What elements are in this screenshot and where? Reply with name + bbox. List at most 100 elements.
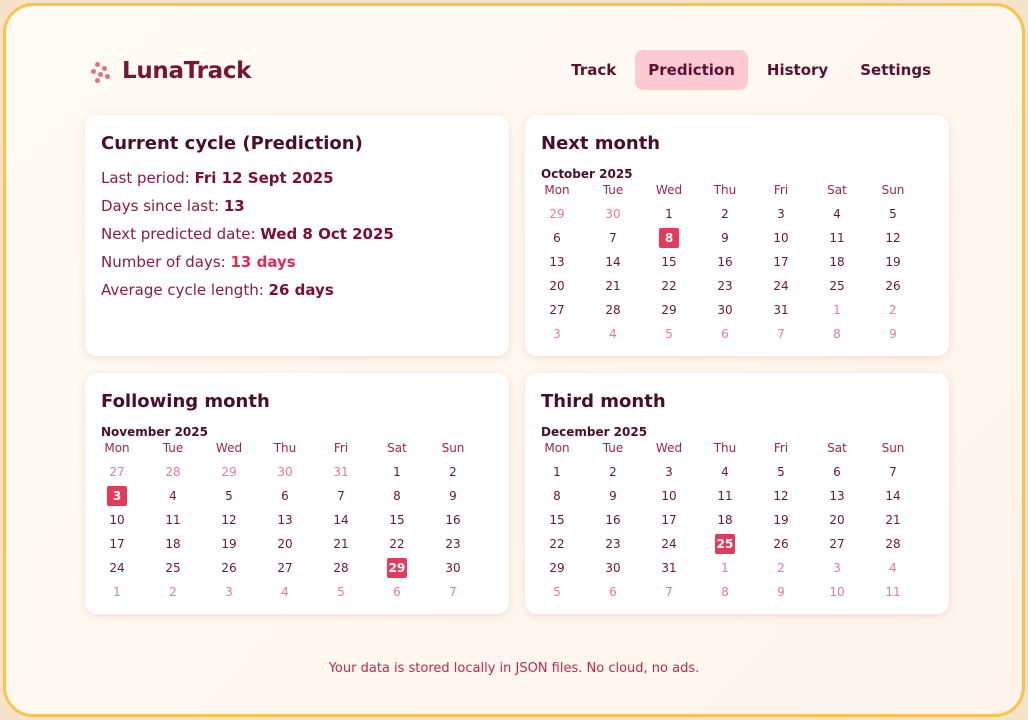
day-cell[interactable]: 24 (641, 532, 697, 556)
day-cell[interactable]: 2 (585, 460, 641, 484)
day-cell[interactable]: 20 (257, 532, 313, 556)
day-cell[interactable]: 1 (529, 460, 585, 484)
day-cell[interactable]: 30 (585, 202, 641, 226)
day-cell[interactable]: 3 (641, 460, 697, 484)
day-cell[interactable]: 1 (697, 556, 753, 580)
day-cell[interactable]: 3 (753, 202, 809, 226)
day-cell[interactable]: 13 (257, 508, 313, 532)
day-cell[interactable]: 2 (697, 202, 753, 226)
day-cell[interactable]: 16 (425, 508, 481, 532)
day-cell[interactable]: 11 (697, 484, 753, 508)
day-cell[interactable]: 28 (585, 298, 641, 322)
day-cell[interactable]: 30 (697, 298, 753, 322)
day-cell[interactable]: 26 (201, 556, 257, 580)
day-cell[interactable]: 15 (529, 508, 585, 532)
day-cell[interactable]: 2 (753, 556, 809, 580)
day-cell[interactable]: 4 (697, 460, 753, 484)
day-cell[interactable]: 8 (529, 484, 585, 508)
day-cell[interactable]: 7 (425, 580, 481, 604)
day-cell[interactable]: 3 (809, 556, 865, 580)
day-cell[interactable]: 19 (865, 250, 921, 274)
day-cell[interactable]: 26 (753, 532, 809, 556)
day-cell[interactable]: 27 (809, 532, 865, 556)
day-cell[interactable]: 6 (697, 322, 753, 346)
day-cell[interactable]: 11 (145, 508, 201, 532)
day-cell[interactable]: 22 (529, 532, 585, 556)
day-cell[interactable]: 23 (585, 532, 641, 556)
day-cell[interactable]: 13 (809, 484, 865, 508)
day-cell[interactable]: 9 (585, 484, 641, 508)
day-cell[interactable]: 25 (809, 274, 865, 298)
day-cell[interactable]: 5 (865, 202, 921, 226)
day-cell[interactable]: 1 (369, 460, 425, 484)
day-cell[interactable]: 28 (145, 460, 201, 484)
day-cell[interactable]: 17 (89, 532, 145, 556)
day-cell[interactable]: 21 (313, 532, 369, 556)
day-cell[interactable]: 5 (201, 484, 257, 508)
day-cell[interactable]: 2 (425, 460, 481, 484)
day-cell[interactable]: 31 (641, 556, 697, 580)
day-cell[interactable]: 7 (641, 580, 697, 604)
day-cell[interactable]: 4 (257, 580, 313, 604)
day-cell[interactable]: 16 (697, 250, 753, 274)
day-cell[interactable]: 14 (865, 484, 921, 508)
day-cell[interactable]: 4 (865, 556, 921, 580)
day-cell[interactable]: 22 (641, 274, 697, 298)
day-cell[interactable]: 21 (585, 274, 641, 298)
day-cell[interactable]: 12 (865, 226, 921, 250)
day-cell[interactable]: 14 (313, 508, 369, 532)
day-cell[interactable]: 18 (809, 250, 865, 274)
day-cell[interactable]: 18 (145, 532, 201, 556)
day-cell[interactable]: 15 (369, 508, 425, 532)
day-cell[interactable]: 14 (585, 250, 641, 274)
day-cell[interactable]: 5 (641, 322, 697, 346)
day-cell[interactable]: 2 (865, 298, 921, 322)
nav-track[interactable]: Track (558, 50, 629, 90)
day-cell[interactable]: 10 (753, 226, 809, 250)
day-cell[interactable]: 7 (585, 226, 641, 250)
day-cell[interactable]: 6 (529, 226, 585, 250)
day-cell[interactable]: 7 (865, 460, 921, 484)
day-cell[interactable]: 6 (257, 484, 313, 508)
nav-prediction[interactable]: Prediction (635, 50, 748, 90)
day-cell[interactable]: 6 (369, 580, 425, 604)
day-cell[interactable]: 11 (809, 226, 865, 250)
day-cell[interactable]: 6 (809, 460, 865, 484)
day-cell[interactable]: 9 (753, 580, 809, 604)
day-cell[interactable]: 17 (641, 508, 697, 532)
day-cell[interactable]: 23 (425, 532, 481, 556)
day-cell[interactable]: 29 (641, 298, 697, 322)
predicted-day-cell[interactable]: 29 (369, 556, 425, 580)
day-cell[interactable]: 23 (697, 274, 753, 298)
day-cell[interactable]: 15 (641, 250, 697, 274)
day-cell[interactable]: 8 (369, 484, 425, 508)
predicted-day-cell[interactable]: 25 (697, 532, 753, 556)
day-cell[interactable]: 12 (201, 508, 257, 532)
day-cell[interactable]: 29 (201, 460, 257, 484)
day-cell[interactable]: 19 (201, 532, 257, 556)
nav-history[interactable]: History (754, 50, 841, 90)
day-cell[interactable]: 3 (201, 580, 257, 604)
day-cell[interactable]: 10 (641, 484, 697, 508)
day-cell[interactable]: 4 (145, 484, 201, 508)
day-cell[interactable]: 10 (809, 580, 865, 604)
day-cell[interactable]: 30 (425, 556, 481, 580)
day-cell[interactable]: 20 (529, 274, 585, 298)
day-cell[interactable]: 1 (89, 580, 145, 604)
day-cell[interactable]: 30 (585, 556, 641, 580)
nav-settings[interactable]: Settings (847, 50, 944, 90)
day-cell[interactable]: 27 (89, 460, 145, 484)
day-cell[interactable]: 6 (585, 580, 641, 604)
day-cell[interactable]: 10 (89, 508, 145, 532)
day-cell[interactable]: 12 (753, 484, 809, 508)
day-cell[interactable]: 30 (257, 460, 313, 484)
predicted-day-cell[interactable]: 8 (641, 226, 697, 250)
day-cell[interactable]: 21 (865, 508, 921, 532)
day-cell[interactable]: 1 (641, 202, 697, 226)
day-cell[interactable]: 8 (809, 322, 865, 346)
day-cell[interactable]: 13 (529, 250, 585, 274)
day-cell[interactable]: 29 (529, 556, 585, 580)
day-cell[interactable]: 16 (585, 508, 641, 532)
day-cell[interactable]: 17 (753, 250, 809, 274)
day-cell[interactable]: 19 (753, 508, 809, 532)
